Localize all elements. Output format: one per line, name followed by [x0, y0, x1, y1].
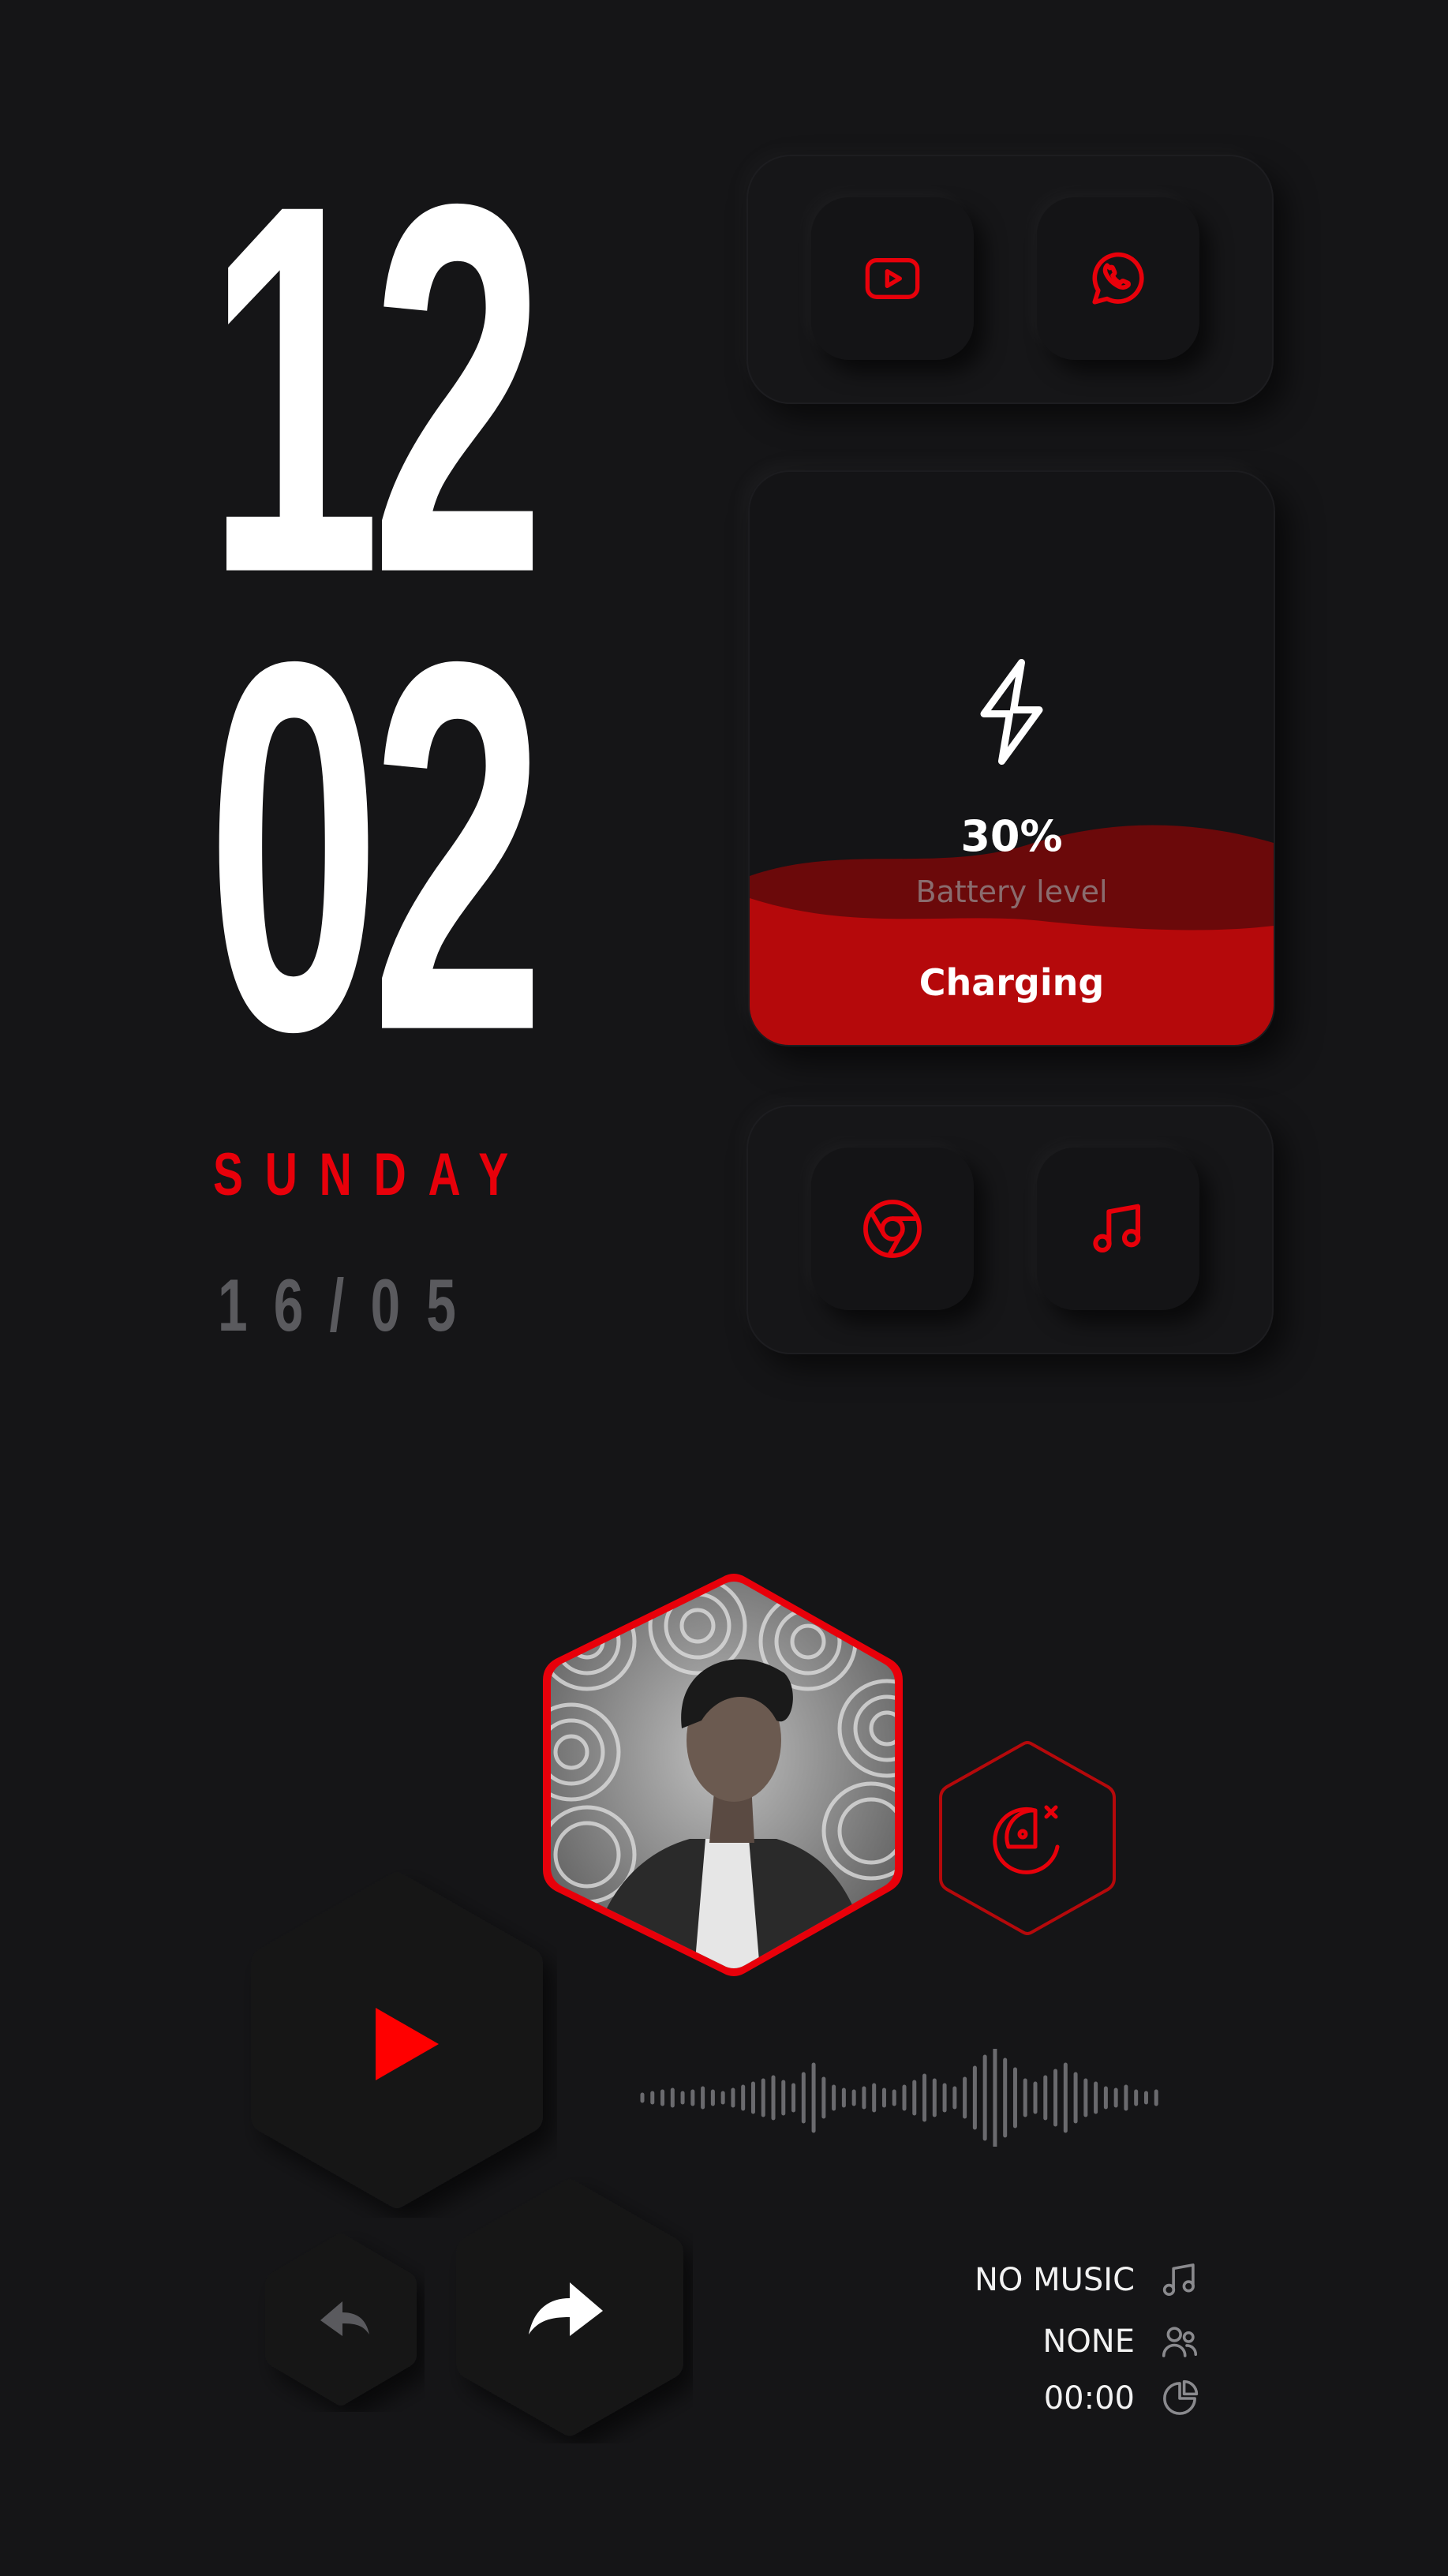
- music-note-icon: [1093, 1204, 1141, 1252]
- music-note-icon: [1162, 2263, 1195, 2297]
- whatsapp-button[interactable]: [1037, 197, 1199, 360]
- date: 16/05: [218, 1264, 482, 1346]
- shortcut-panel-bottom: [746, 1105, 1274, 1354]
- chrome-button[interactable]: [811, 1148, 974, 1310]
- clock-minute: 02: [207, 552, 545, 1140]
- lightning-icon: [980, 659, 1043, 765]
- users-icon: [1162, 2327, 1198, 2357]
- charging-status: Charging: [919, 961, 1105, 1004]
- next-button[interactable]: [447, 2172, 693, 2443]
- pizza-button[interactable]: [936, 1739, 1119, 1937]
- avatar[interactable]: [540, 1571, 906, 1979]
- track-title: NO MUSIC: [974, 2262, 1135, 2298]
- youtube-button[interactable]: [811, 197, 974, 360]
- time-row: 00:00: [1044, 2377, 1201, 2420]
- shortcut-panel-top: [746, 155, 1274, 404]
- play-button[interactable]: [237, 1863, 557, 2218]
- battery-widget: 30% Battery level Charging: [748, 470, 1275, 1046]
- whatsapp-icon: [1092, 252, 1144, 305]
- track-title-row: NO MUSIC: [975, 2259, 1201, 2301]
- battery-percent: 30%: [960, 811, 1063, 861]
- artist-row: NONE: [1042, 2320, 1201, 2363]
- chrome-icon: [863, 1200, 922, 1258]
- day-of-week: SUNDAY: [213, 1141, 530, 1208]
- audio-waveform: [640, 2049, 1158, 2147]
- previous-button[interactable]: [257, 2227, 425, 2412]
- music-button[interactable]: [1037, 1148, 1199, 1310]
- artist-name: NONE: [1042, 2323, 1135, 2360]
- battery-label: Battery level: [915, 874, 1108, 909]
- track-time: 00:00: [1043, 2380, 1135, 2417]
- pie-chart-icon: [1163, 2379, 1199, 2415]
- youtube-icon: [865, 258, 920, 299]
